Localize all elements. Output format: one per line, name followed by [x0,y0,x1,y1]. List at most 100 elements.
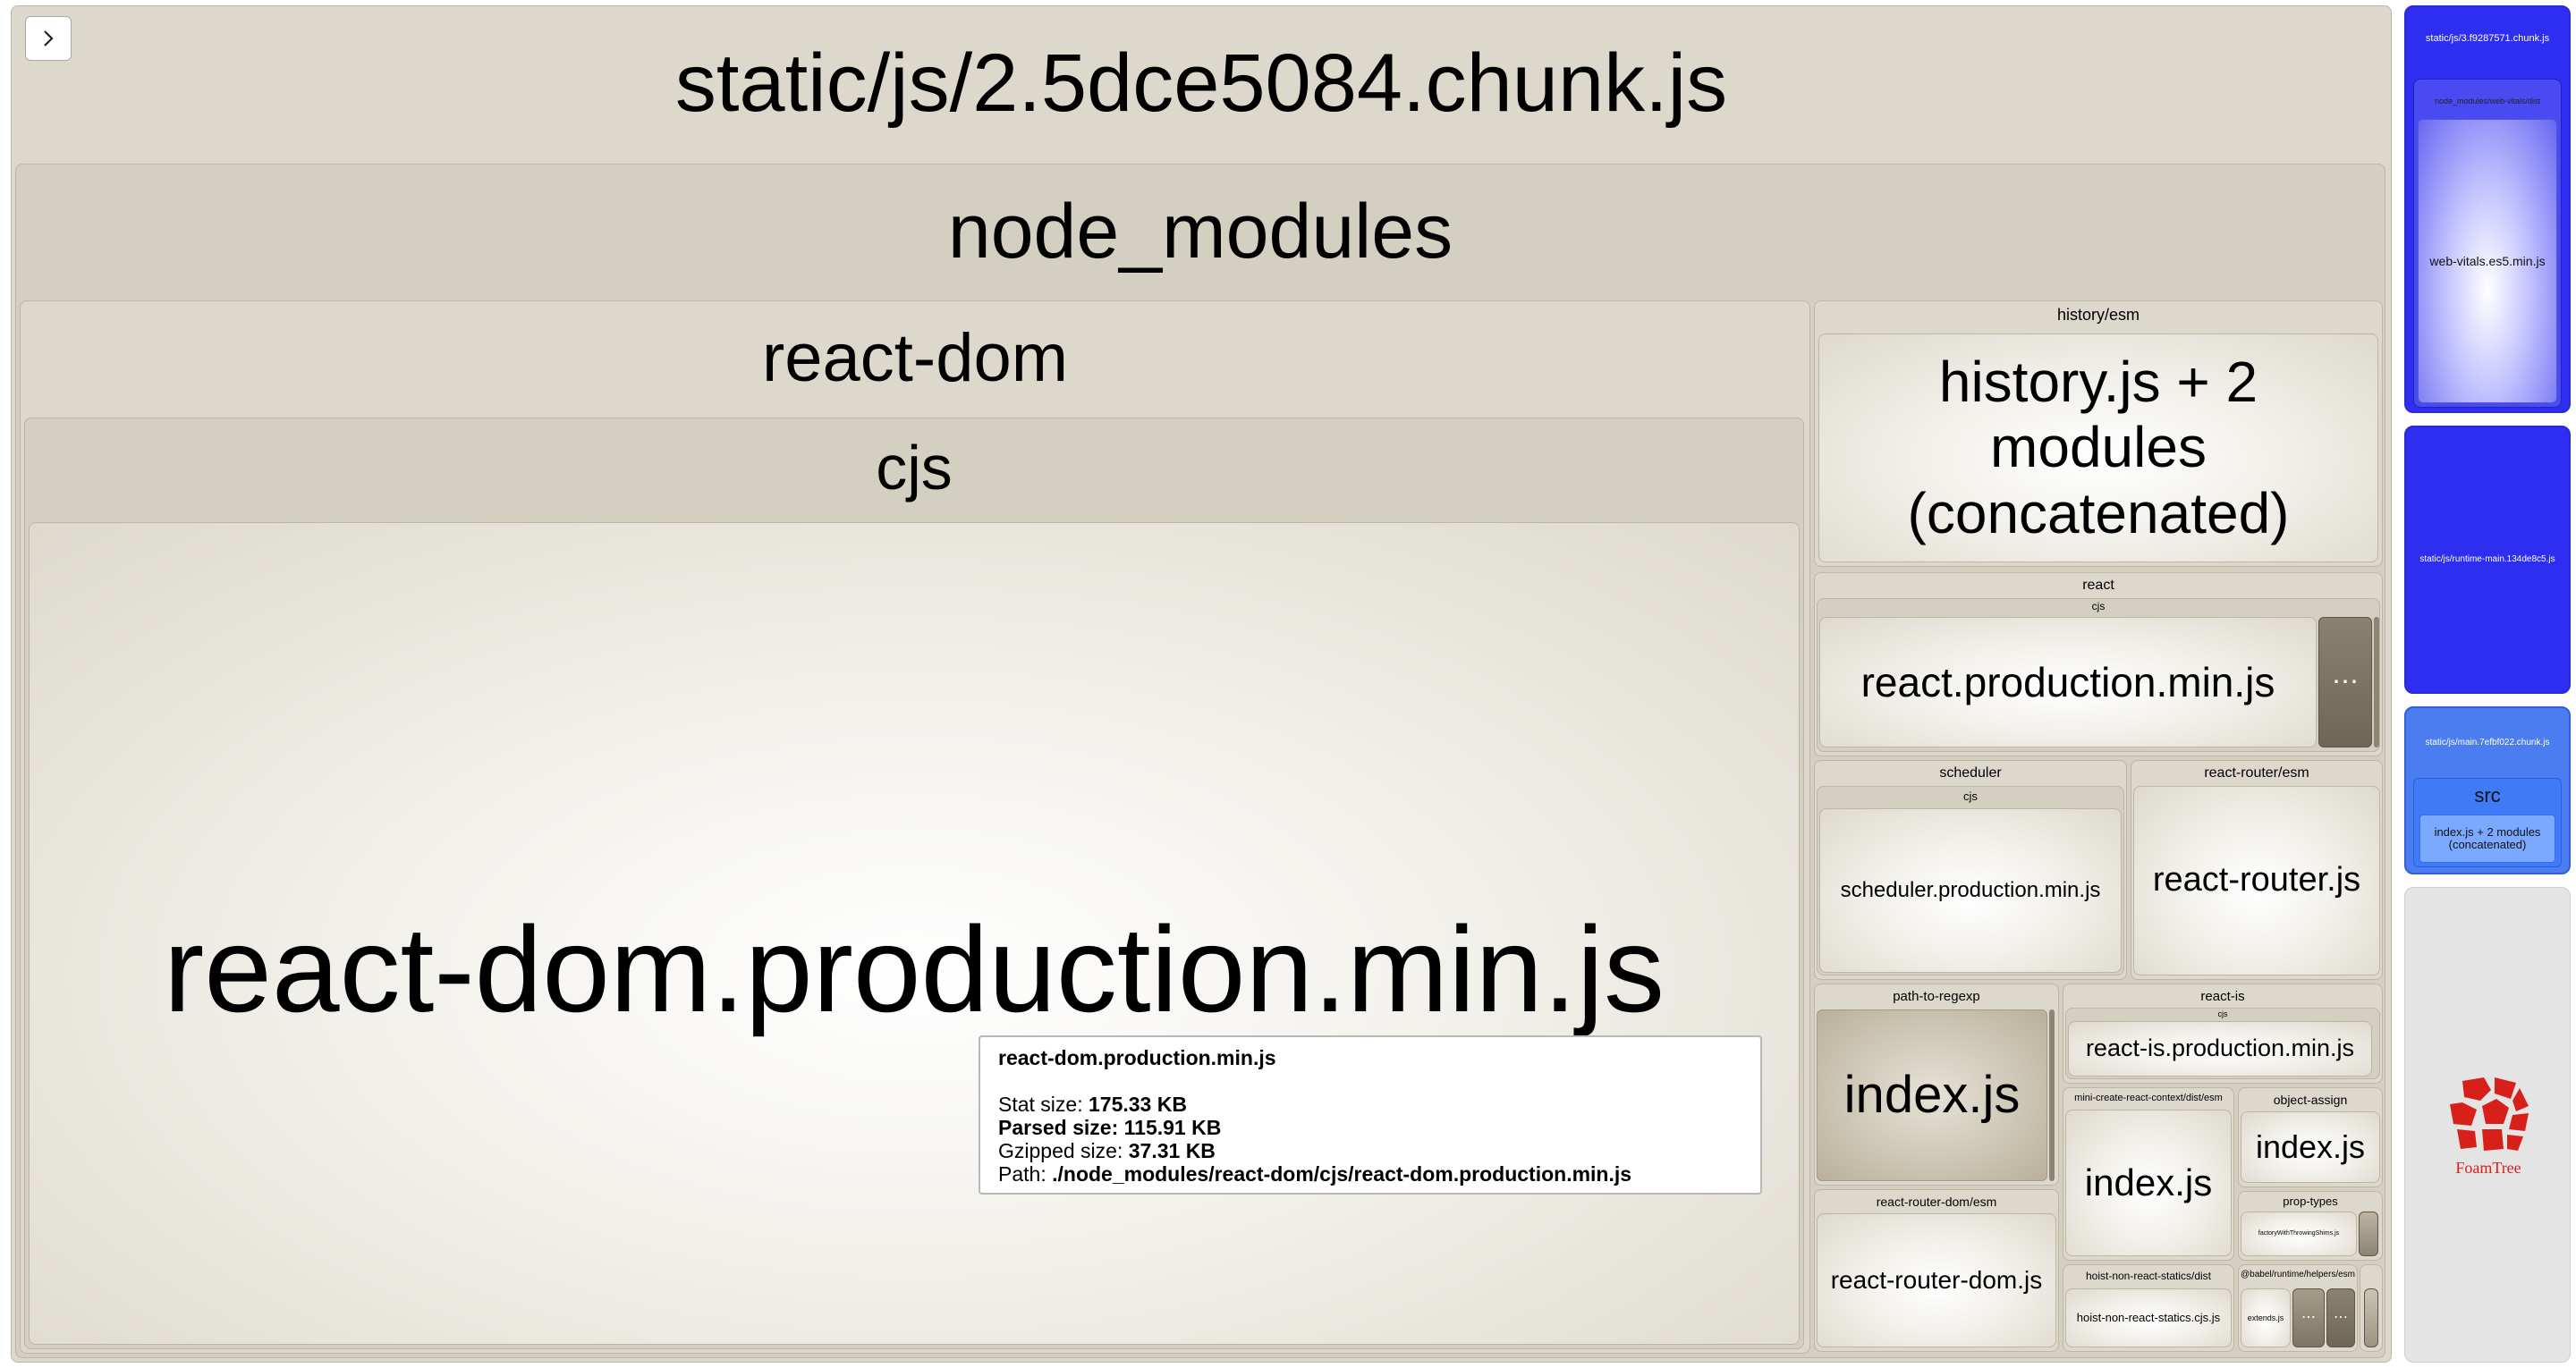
foamtree-label: FoamTree [2455,1159,2521,1177]
path-to-regexp-file-cell[interactable]: index.js [1817,1009,2047,1181]
tooltip-title: react-dom.production.min.js [998,1046,1276,1069]
mini-create-file-cell[interactable]: index.js [2065,1110,2232,1256]
hoist-label: hoist-non-react-statics/dist [2085,1270,2212,1282]
misc-small-inner [2364,1288,2378,1347]
react-dom-file-label: react-dom.production.min.js [163,900,1665,1037]
prop-types-file-cell[interactable]: factoryWithThrowingShims.js [2241,1212,2357,1256]
chevron-right-icon [44,30,54,46]
web-vitals-file-cell[interactable]: web-vitals.es5.min.js [2418,119,2557,403]
react-router-file-label: react-router.js [2152,861,2361,899]
react-is-cell[interactable]: react-is cjs react-is.production.min.js [2063,984,2383,1084]
scheduler-cjs-label: cjs [1963,790,1978,803]
react-router-label: react-router/esm [2204,765,2309,781]
react-more-cell[interactable]: ⋯ [2318,617,2372,747]
src-label: src [2474,784,2501,806]
react-router-file-cell[interactable]: react-router.js [2133,786,2380,975]
react-file-cell[interactable]: react.production.min.js [1819,617,2317,747]
history-cell[interactable]: history/esm history.js + 2 modules (conc… [1814,300,2383,567]
web-vitals-file-label: web-vitals.es5.min.js [2429,253,2546,268]
react-dom-cjs-cell[interactable]: cjs react-dom.production.min.js [24,418,1804,1349]
tooltip-stat-label: Stat size: [998,1093,1083,1116]
runtime-label: static/js/runtime-main.134de8c5.js [2419,554,2555,565]
history-file-cell[interactable]: history.js + 2 modules (concatenated) [1818,334,2378,562]
mini-create-cell[interactable]: mini-create-react-context/dist/esm index… [2063,1087,2234,1261]
path-to-regexp-label: path-to-regexp [1893,989,1980,1004]
react-more-label: ⋯ [2332,666,2359,697]
tooltip-path-value: ./node_modules/react-dom/cjs/react-dom.p… [1052,1162,1632,1186]
react-router-cell[interactable]: react-router/esm react-router.js [2131,760,2383,980]
react-dom-file-cell[interactable]: react-dom.production.min.js [29,522,1800,1345]
react-dom-cell[interactable]: react-dom cjs react-dom.production.min.j… [20,300,1810,1354]
react-router-dom-cell[interactable]: react-router-dom/esm react-router-dom.js [1814,1189,2059,1352]
node-modules-label: node_modules [947,189,1453,274]
chunk-main-label: static/js/2.5dce5084.chunk.js [674,38,1728,129]
react-scroll-strip [2374,617,2379,747]
react-cjs-cell[interactable]: cjs react.production.min.js ⋯ [1817,598,2380,752]
react-cell[interactable]: react cjs react.production.min.js ⋯ [1814,572,2383,756]
tooltip-gzip-label: Gzipped size: [998,1139,1123,1162]
mini-create-file-label: index.js [2084,1161,2213,1203]
tooltip-parsed-row: Parsed size: 115.91 KB [998,1116,1742,1139]
chunk-3-cell[interactable]: static/js/3.f9287571.chunk.js node_modul… [2404,5,2571,413]
babel-file-label: extends.js [2247,1313,2284,1322]
tooltip-stat-value: 175.33 KB [1089,1093,1187,1116]
tooltip-gzip-value: 37.31 KB [1128,1139,1216,1162]
mini-create-label: mini-create-react-context/dist/esm [2074,1093,2223,1103]
react-is-file-label: react-is.production.min.js [2085,1034,2355,1062]
object-assign-cell[interactable]: object-assign index.js [2238,1087,2383,1187]
react-router-dom-file-label: react-router-dom.js [1830,1265,2043,1294]
tooltip-parsed-value: 115.91 KB [1123,1116,1222,1139]
foamtree-logo: FoamTree [2445,1074,2532,1177]
runtime-cell[interactable]: static/js/runtime-main.134de8c5.js [2404,426,2571,694]
hoist-cell[interactable]: hoist-non-react-statics/dist hoist-non-r… [2063,1264,2234,1352]
tooltip-path-row: Path: ./node_modules/react-dom/cjs/react… [998,1162,1742,1186]
main-chunk-cell[interactable]: static/js/main.7efbf022.chunk.js src ind… [2404,706,2571,874]
scheduler-cell[interactable]: scheduler cjs scheduler.production.min.j… [1814,760,2127,980]
path-to-regexp-cell[interactable]: path-to-regexp index.js [1814,984,2059,1186]
main-chunk-label: static/js/main.7efbf022.chunk.js [2425,738,2550,747]
scheduler-cjs-cell[interactable]: cjs scheduler.production.min.js [1817,786,2124,975]
tooltip-path-label: Path: [998,1162,1046,1186]
object-assign-file-cell[interactable]: index.js [2241,1111,2380,1183]
history-label: history/esm [2056,306,2140,324]
path-to-regexp-strip [2049,1009,2055,1181]
react-cjs-label: cjs [2091,600,2106,612]
react-is-cjs-cell[interactable]: cjs react-is.production.min.js [2065,1008,2380,1079]
object-assign-file-label: index.js [2255,1128,2366,1166]
prop-types-cell[interactable]: prop-types factoryWithThrowingShims.js [2238,1191,2383,1261]
chunk-3-sub-label: node_modules/web-vitals/dist [2434,97,2541,106]
babel-more1-cell[interactable]: ⋯ [2292,1288,2325,1347]
history-file-label: history.js + 2 modules (concatenated) [1907,349,2290,545]
sidebar-toggle-button[interactable] [25,16,72,61]
scheduler-file-cell[interactable]: scheduler.production.min.js [1819,808,2122,973]
prop-types-label: prop-types [2283,1195,2338,1208]
babel-more1-label: ⋯ [2301,1309,2316,1325]
react-is-file-cell[interactable]: react-is.production.min.js [2068,1021,2372,1077]
scheduler-label: scheduler [1939,765,2002,781]
scheduler-file-label: scheduler.production.min.js [1840,878,2101,903]
main-index-file-cell[interactable]: index.js + 2 modules (concatenated) [2419,815,2555,863]
babel-more2-label: ⋯ [2334,1309,2348,1325]
react-label: react [2082,578,2114,593]
hoist-file-cell[interactable]: hoist-non-react-statics.cjs.js [2065,1288,2232,1347]
react-router-dom-label: react-router-dom/esm [1876,1195,1997,1209]
prop-types-file-label: factoryWithThrowingShims.js [2258,1229,2340,1237]
babel-file-cell[interactable]: extends.js [2241,1288,2291,1347]
react-file-label: react.production.min.js [1860,658,2275,705]
babel-label: @babel/runtime/helpers/esm [2241,1270,2355,1279]
babel-cell[interactable]: @babel/runtime/helpers/esm extends.js ⋯ … [2238,1264,2358,1352]
object-assign-label: object-assign [2273,1093,2348,1107]
misc-small-cell[interactable] [2360,1264,2383,1352]
react-is-label: react-is [2200,989,2245,1004]
foamtree-panel: FoamTree [2404,887,2571,1363]
prop-types-more-cell[interactable] [2359,1212,2378,1256]
foamtree-logo-icon [2450,1077,2529,1151]
tooltip-gzip-row: Gzipped size: 37.31 KB [998,1139,1742,1162]
module-tooltip: react-dom.production.min.js Stat size: 1… [979,1035,1762,1195]
src-cell[interactable]: src index.js + 2 modules (concatenated) [2413,778,2562,867]
main-index-file-label: index.js + 2 modules (concatenated) [2434,824,2541,851]
react-dom-label: react-dom [761,320,1069,396]
react-router-dom-file-cell[interactable]: react-router-dom.js [1817,1213,2056,1347]
babel-more2-cell[interactable]: ⋯ [2326,1288,2355,1347]
chunk-3-sub-cell[interactable]: node_modules/web-vitals/dist web-vitals.… [2413,79,2562,408]
